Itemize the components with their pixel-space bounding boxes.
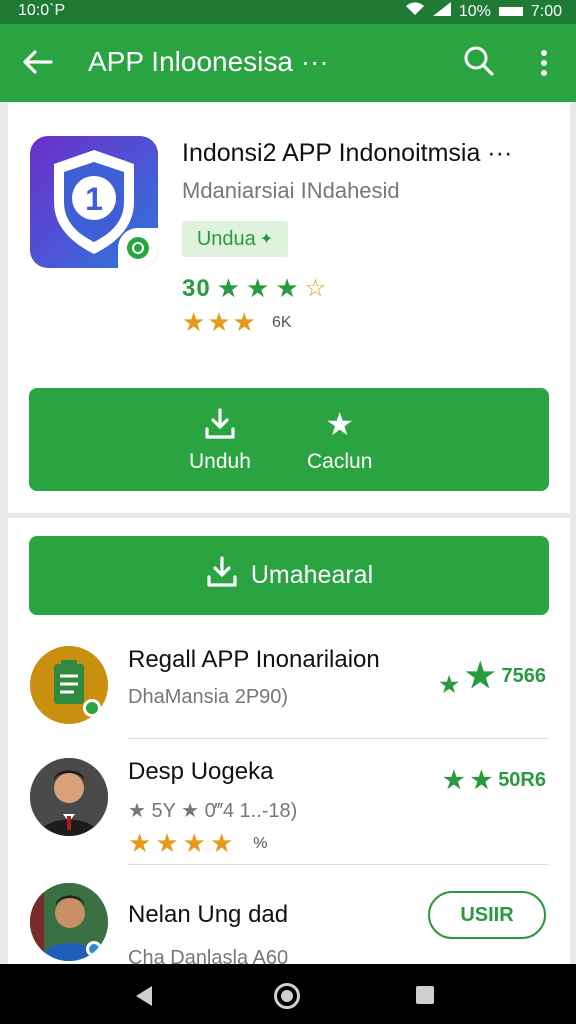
svg-text:1: 1 — [85, 181, 103, 217]
badge-icon — [118, 228, 158, 268]
person-avatar — [30, 883, 108, 961]
page-title: APP Inloonesisa ··· — [88, 46, 329, 77]
primary-download-button[interactable]: Umahearal — [29, 536, 549, 615]
orange-rating-row: ★ ★ ★ 6K — [182, 307, 292, 338]
tag-label: Undua — [196, 227, 256, 250]
action-bar: Unduh ★ Caclun — [29, 388, 549, 491]
app-tag: Undua ✦ — [182, 221, 288, 257]
more-dot-icon — [541, 70, 547, 76]
rating-count: 6K — [271, 313, 292, 331]
list-item-score: ★ ★ 50R6 — [443, 766, 546, 795]
nav-recents-icon[interactable] — [416, 986, 434, 1004]
rating-row: 30 ★ ★ ★ ☆ — [182, 273, 326, 304]
list-item[interactable]: Desp Uogeka ★ 5Y ★ 0‴4 1..-18) ★ ★ ★ ★ %… — [8, 758, 570, 868]
signal-icon — [432, 2, 451, 21]
star-icon: ★ — [207, 307, 231, 337]
battery-icon — [498, 7, 523, 16]
star-icon: ★ — [209, 828, 234, 858]
wishlist-action-button[interactable]: ★ Caclun — [307, 406, 372, 474]
star-icon: ★ — [232, 307, 256, 337]
divider — [128, 864, 548, 865]
star-icon: ★ — [443, 767, 465, 794]
more-dot-icon — [541, 60, 547, 66]
primary-button-label: Umahearal — [250, 561, 374, 589]
nav-back-icon[interactable] — [136, 986, 152, 1006]
battery-percent: 10% — [458, 2, 491, 20]
home-dot-icon — [281, 990, 293, 1002]
score-value: 7566 — [501, 664, 547, 687]
star-icon: ★ — [325, 406, 355, 442]
app-icon[interactable]: 1 — [30, 136, 158, 268]
more-menu-button[interactable] — [526, 44, 562, 82]
rating-suffix: % — [253, 834, 268, 852]
app-detail-card: 1 Indonsi2 APP Indonoitmsia ··· Mdaniars… — [8, 103, 570, 513]
search-icon — [464, 46, 494, 76]
download-action-label: Unduh — [189, 450, 251, 473]
star-icon: ★ — [182, 307, 206, 337]
download-icon — [202, 406, 238, 442]
list-item[interactable]: Regall APP Inonarilaion DhaMansia 2P90) … — [8, 646, 570, 756]
score-value: 50R6 — [498, 769, 546, 791]
status-clock: 7:00 — [530, 2, 562, 20]
list-item-title: Nelan Ung dad — [128, 901, 289, 928]
star-half-icon: ☆ — [304, 275, 327, 302]
list-item-title: Regall APP Inonarilaion — [128, 646, 380, 673]
app-title: Indonsi2 APP Indonoitmsia ··· — [182, 139, 513, 167]
star-icon: ★ — [246, 273, 270, 303]
app-bar: APP Inloonesisa ··· — [0, 24, 576, 102]
search-button[interactable] — [462, 44, 498, 82]
wishlist-action-label: Caclun — [307, 450, 373, 473]
list-item-subtitle: ★ 5Y ★ 0‴4 1..-18) — [128, 800, 298, 822]
status-bar: 10:0`P 10% 7:00 — [0, 0, 576, 24]
sparkle-icon: ✦ — [259, 231, 274, 248]
star-icon: ★ — [470, 767, 493, 794]
status-icons: 10% 7:00 — [405, 2, 562, 21]
star-icon: ★ — [155, 828, 179, 858]
star-icon: ★ — [275, 273, 299, 303]
rating-value: 30 — [182, 274, 211, 302]
list-item-title: Desp Uogeka — [128, 758, 274, 785]
wifi-icon — [405, 2, 425, 21]
star-icon: ★ — [216, 273, 241, 303]
clipboard-icon — [30, 646, 108, 724]
star-icon: ★ — [182, 828, 206, 858]
star-icon: ★ — [128, 828, 152, 858]
orange-rating-row: ★ ★ ★ ★ % — [128, 828, 267, 859]
download-icon — [205, 555, 239, 596]
arrow-left-icon — [23, 50, 53, 74]
divider — [128, 738, 548, 739]
nav-home-icon[interactable] — [274, 983, 300, 1009]
star-icon: ★ — [465, 657, 496, 695]
person-avatar — [30, 758, 108, 836]
status-time: 10:0`P — [18, 2, 66, 19]
list-item-score: ★ ★ 7566 — [439, 654, 546, 698]
list-item-subtitle: DhaMansia 2P90) — [128, 686, 289, 708]
back-button[interactable] — [20, 42, 56, 82]
more-dot-icon — [541, 50, 547, 56]
system-nav-bar — [0, 964, 576, 1024]
install-button[interactable]: USIIR — [428, 891, 546, 939]
list-card: Umahearal Regall APP Inonarilaion DhaMan… — [8, 518, 570, 969]
download-action-button[interactable]: Unduh — [189, 406, 251, 474]
star-icon: ★ — [439, 672, 460, 697]
app-developer[interactable]: Mdaniarsiai INdahesid — [182, 178, 400, 204]
